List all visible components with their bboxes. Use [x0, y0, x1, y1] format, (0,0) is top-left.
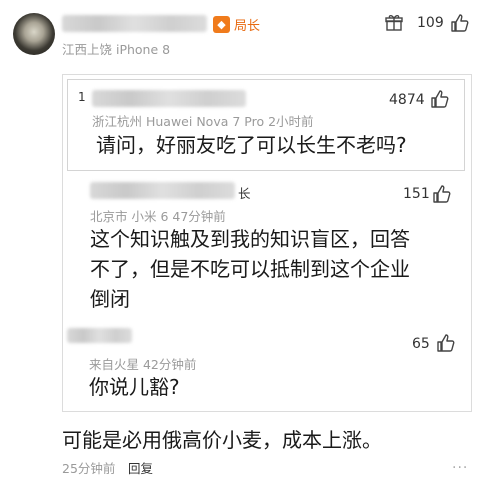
quote-3: 来自火星 42分钟前 65 你说儿豁? [67, 322, 465, 404]
quote-2: 长 北京市 小米 6 47分钟前 151 这个知识触及到我的知识盲区，回答 不了… [72, 176, 460, 314]
quote-1-meta: 浙江杭州 Huawei Nova 7 Pro 2小时前 [92, 114, 314, 129]
quote-2-text-line-1: 这个知识触及到我的知识盲区，回答 [90, 227, 410, 251]
quote-2-meta: 北京市 小米 6 47分钟前 [90, 209, 226, 224]
more-options-icon[interactable]: ··· [452, 460, 468, 476]
reply-button[interactable]: 回复 [128, 458, 153, 477]
rank-badge: ◆ 局长 [213, 16, 261, 34]
quote-1-username-blurred [92, 90, 246, 107]
quote-2-username-blurred [90, 182, 235, 199]
quote-index: 1 [78, 90, 86, 104]
quote-3-text: 你说儿豁? [89, 375, 180, 399]
avatar[interactable] [13, 13, 55, 55]
quote-1: 1 浙江杭州 Huawei Nova 7 Pro 2小时前 4874 请问，好丽… [67, 79, 465, 171]
username-blurred[interactable] [62, 15, 207, 32]
location-device: 江西上饶 iPhone 8 [62, 42, 171, 57]
thumb-up-icon[interactable] [436, 333, 456, 353]
like-count: 109 [417, 15, 444, 31]
quote-2-likes: 151 [403, 186, 430, 202]
badge-icon: ◆ [213, 16, 230, 33]
quote-1-likes: 4874 [389, 92, 425, 108]
quote-2-username-suffix: 长 [238, 186, 251, 201]
quote-3-meta: 来自火星 42分钟前 [89, 357, 197, 372]
thumb-up-icon[interactable] [430, 89, 450, 109]
quote-3-username-blurred [67, 328, 132, 343]
comment-time: 25分钟前 [62, 461, 116, 476]
quote-3-likes: 65 [412, 336, 430, 352]
comment-text: 可能是必用俄高价小麦，成本上涨。 [62, 428, 382, 452]
quote-1-text: 请问，好丽友吃了可以长生不老吗? [96, 133, 407, 157]
quote-2-text-line-2: 不了，但是不吃可以抵制到这个企业 [90, 257, 410, 281]
quote-2-text-line-3: 倒闭 [90, 287, 130, 311]
badge-label: 局长 [234, 19, 261, 34]
thumb-up-icon[interactable] [450, 13, 470, 33]
thumb-up-icon[interactable] [432, 184, 452, 204]
gift-icon[interactable] [385, 14, 403, 32]
